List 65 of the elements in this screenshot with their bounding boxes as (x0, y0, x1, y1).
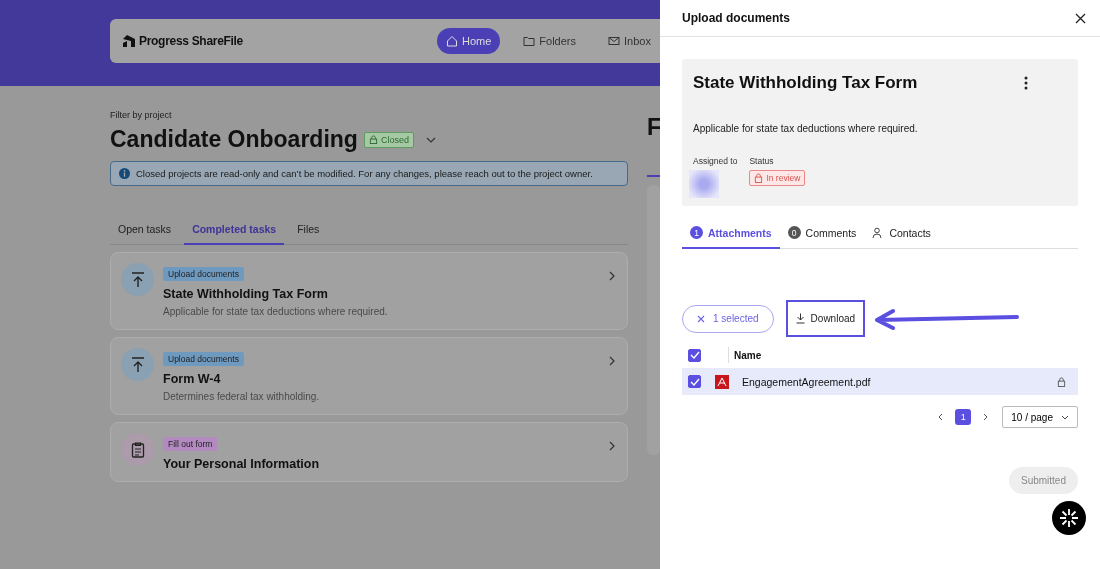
tab[interactable]: Files (289, 218, 328, 245)
nav-link[interactable]: Home (437, 28, 501, 54)
nav-link[interactable]: Inbox (599, 28, 660, 54)
task-description: Determines federal tax withholding. (163, 391, 321, 402)
info-icon (119, 168, 130, 179)
file-name: EngagementAgreement.pdf (742, 375, 872, 388)
tab[interactable]: 1 Attachments (682, 224, 780, 249)
logo-icon (122, 34, 136, 48)
chevron-right-icon (609, 356, 615, 366)
tab[interactable]: Completed tasks (184, 218, 285, 245)
page-button[interactable]: 1 (955, 409, 972, 425)
task-type-tag: Upload documents (163, 352, 244, 366)
folder-icon (523, 35, 536, 47)
chevron-right-icon (609, 441, 615, 451)
close-icon[interactable] (1075, 12, 1086, 24)
person-icon (872, 226, 885, 239)
project-title: Candidate Onboarding (110, 126, 358, 153)
task-title: State Withholding Tax Form (693, 73, 918, 93)
upload-icon (130, 356, 145, 373)
next-page-icon[interactable] (983, 413, 989, 421)
chevron-down-icon (1061, 414, 1069, 420)
task-description: Applicable for state tax deductions where required. (163, 306, 389, 317)
status-badge: In review (749, 170, 806, 186)
task-title: Your Personal Information (163, 457, 321, 471)
table-row[interactable]: EngagementAgreement.pdf (682, 368, 1078, 395)
clipboard-icon (130, 441, 145, 458)
status-badge: Closed (363, 131, 414, 148)
page-size-dropdown[interactable]: 10 / page (1002, 406, 1078, 428)
home-icon (446, 35, 458, 47)
section-title: F (647, 114, 660, 141)
download-button[interactable]: Download (785, 300, 866, 337)
assigned-label: Assigned to (693, 156, 738, 166)
nav-link[interactable]: Folders (514, 28, 586, 54)
previous-page-icon[interactable] (938, 413, 944, 421)
column-header: Name (734, 349, 762, 361)
task-type-tag: Upload documents (163, 267, 244, 281)
chevron-right-icon (609, 271, 615, 281)
filter-label: Filter by project (110, 110, 173, 120)
select-all-checkbox[interactable] (688, 348, 701, 362)
tab[interactable]: Contacts (864, 224, 939, 249)
task-title: State Withholding Tax Form (163, 287, 329, 301)
upload-icon (130, 271, 145, 288)
close-icon (697, 314, 705, 323)
avatar (689, 170, 719, 198)
clear-selection-button[interactable]: 1 selected (682, 304, 774, 333)
task-title: Form W-4 (163, 372, 222, 386)
row-checkbox[interactable] (688, 375, 701, 388)
tab[interactable]: Open tasks (110, 218, 180, 245)
logo-text: Progress ShareFile (139, 34, 243, 48)
task-card[interactable]: Fill out form Your Personal Information (110, 422, 628, 482)
task-type-tag: Fill out form (163, 437, 218, 451)
mail-icon (608, 35, 621, 47)
info-text: Closed projects are read-only and can’t be modified. For any changes, please reach out to the project owner. (136, 168, 593, 179)
assistant-button[interactable] (1052, 501, 1086, 535)
task-description: Applicable for state tax deductions where required. (693, 123, 919, 134)
sparkle-icon (1059, 508, 1079, 528)
pdf-icon (715, 374, 729, 389)
download-icon (795, 313, 805, 324)
more-icon[interactable] (1024, 76, 1028, 90)
chevron-down-icon[interactable] (425, 136, 436, 143)
tab[interactable]: 0 Comments (779, 224, 865, 249)
task-card[interactable]: Upload documents Form W-4 Determines federal tax withholding. (110, 337, 628, 415)
panel-title: Upload documents (682, 11, 790, 25)
status-label: Status (749, 156, 775, 166)
task-card[interactable]: Upload documents State Withholding Tax Form Applicable for state tax deductions where required. (110, 252, 628, 330)
